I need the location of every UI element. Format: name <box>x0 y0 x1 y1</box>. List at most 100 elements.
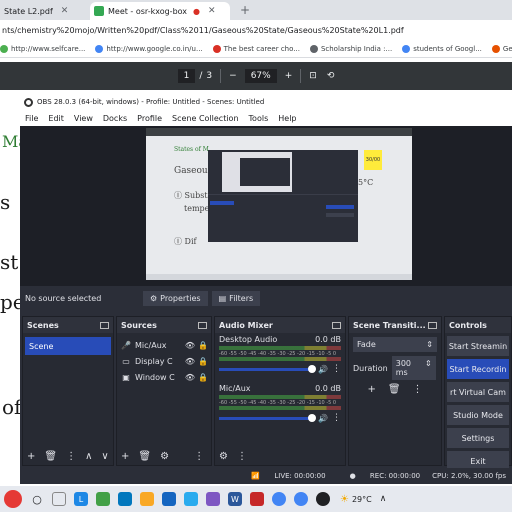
chevron-up-icon[interactable]: ∧ <box>380 494 387 504</box>
store-icon[interactable] <box>96 492 110 506</box>
browser-tab[interactable]: State L2.pdf ✕ <box>0 2 72 20</box>
task-view-icon[interactable] <box>52 492 66 506</box>
start-streaming-button[interactable]: Start Streamin <box>447 336 509 356</box>
eye-icon[interactable]: 👁 <box>185 373 195 382</box>
menu-edit[interactable]: Edit <box>43 114 69 123</box>
settings-button[interactable]: Settings <box>447 428 509 448</box>
properties-label: Properties <box>160 293 201 303</box>
trash-icon[interactable]: 🗑 <box>44 451 57 462</box>
close-icon[interactable]: ✕ <box>208 6 216 16</box>
learning-app-icon[interactable]: L <box>74 492 88 506</box>
teams-icon[interactable] <box>206 492 220 506</box>
zoom-out-button[interactable]: − <box>229 71 237 81</box>
preview-nested-obs <box>208 150 358 242</box>
menu-profile[interactable]: Profile <box>132 114 167 123</box>
zoom-in-button[interactable]: + <box>285 71 293 81</box>
dock-title: Controls <box>449 320 487 330</box>
zoom-input[interactable]: 67% <box>244 69 277 83</box>
trash-icon[interactable]: 🗑 <box>388 384 401 395</box>
add-icon[interactable]: + <box>121 451 129 462</box>
source-item[interactable]: ▭ Display C 👁 🔒 <box>117 353 211 369</box>
page-separator: / <box>199 71 203 81</box>
gear-icon[interactable]: ⚙ <box>160 451 169 462</box>
advanced-audio-icon[interactable]: ⚙ <box>219 451 228 462</box>
source-label: Mic/Aux <box>135 340 167 350</box>
more-icon[interactable]: ⋮ <box>194 451 204 462</box>
undock-icon[interactable] <box>428 321 437 329</box>
rotate-icon[interactable]: ⟲ <box>327 71 335 81</box>
chrome-icon[interactable] <box>294 492 308 506</box>
menu-docks[interactable]: Docks <box>98 114 132 123</box>
weather-widget[interactable]: ☀ 29°C <box>340 494 372 505</box>
edge-icon[interactable] <box>118 492 132 506</box>
filters-button[interactable]: ▤ Filters <box>211 290 261 306</box>
undock-icon[interactable] <box>332 321 341 329</box>
bookmark[interactable]: http://www.google.co.in/u... <box>95 44 203 53</box>
bookmark[interactable]: The best career cho... <box>212 44 300 53</box>
speaker-icon[interactable]: 🔊 <box>318 414 328 423</box>
fit-page-icon[interactable]: ⊡ <box>309 71 317 81</box>
slider-knob[interactable] <box>308 364 317 373</box>
virtual-cam-button[interactable]: rt Virtual Cam <box>447 382 509 402</box>
more-icon[interactable]: ⋮ <box>332 364 341 374</box>
close-icon[interactable]: ✕ <box>61 6 69 16</box>
scene-item[interactable]: Scene <box>25 337 111 355</box>
word-icon[interactable]: W <box>228 492 242 506</box>
speaker-icon[interactable]: 🔊 <box>318 365 328 374</box>
source-item[interactable]: ▣ Window C 👁 🔒 <box>117 369 211 385</box>
browser-tab-active[interactable]: Meet - osr-kxog-box ● ✕ <box>90 2 230 20</box>
obs-icon[interactable] <box>316 492 330 506</box>
slider-knob[interactable] <box>308 413 317 422</box>
more-icon[interactable]: ⋮ <box>332 413 341 423</box>
explorer-icon[interactable] <box>140 492 154 506</box>
monitor-icon: ▭ <box>122 356 130 366</box>
volume-slider[interactable] <box>219 413 317 422</box>
bookmark[interactable]: http://www.selfcare... <box>0 44 85 53</box>
bookmark[interactable]: Scholarship India :... <box>309 44 392 53</box>
menu-view[interactable]: View <box>69 114 98 123</box>
more-icon[interactable]: ⋮ <box>237 451 247 462</box>
mail-icon[interactable] <box>162 492 176 506</box>
start-recording-button[interactable]: Start Recordin <box>447 359 509 379</box>
eye-icon[interactable]: 👁 <box>185 357 195 366</box>
eye-icon[interactable]: 👁 <box>185 341 195 350</box>
new-tab-icon[interactable]: + <box>240 3 250 17</box>
lock-icon[interactable]: 🔒 <box>198 341 208 350</box>
more-icon[interactable]: ⋮ <box>66 451 76 462</box>
lock-icon[interactable]: 🔒 <box>198 373 208 382</box>
updown-icon: ⇕ <box>425 359 432 368</box>
duration-input[interactable]: 300 ms ⇕ <box>391 356 436 380</box>
telegram-icon[interactable] <box>184 492 198 506</box>
lock-icon[interactable]: 🔒 <box>198 357 208 366</box>
avatar[interactable] <box>4 490 22 508</box>
search-icon[interactable]: ○ <box>30 492 44 506</box>
studio-mode-button[interactable]: Studio Mode <box>447 405 509 425</box>
undock-icon[interactable] <box>100 321 109 329</box>
menu-scene-collection[interactable]: Scene Collection <box>167 114 244 123</box>
volume-slider[interactable] <box>219 364 317 373</box>
move-down-icon[interactable]: ∨ <box>101 451 108 462</box>
pdf-icon[interactable] <box>250 492 264 506</box>
menu-help[interactable]: Help <box>273 114 301 123</box>
chrome-icon[interactable] <box>272 492 286 506</box>
page-number-input[interactable]: 1 <box>177 69 196 83</box>
menu-file[interactable]: File <box>20 114 43 123</box>
preview-canvas[interactable]: States of M Gaseous Ⓘ Subst tempe Ⓘ Dif … <box>146 128 412 280</box>
bookmark[interactable]: students of Googl... <box>402 44 482 53</box>
transition-type: Fade <box>357 340 376 349</box>
add-icon[interactable]: + <box>367 384 375 395</box>
address-bar[interactable]: nts/chemistry%20mojo/Written%20pdf/Class… <box>0 20 512 40</box>
undock-icon[interactable] <box>198 321 207 329</box>
source-item[interactable]: 🎤 Mic/Aux 👁 🔒 <box>117 337 211 353</box>
menu-tools[interactable]: Tools <box>244 114 274 123</box>
more-icon[interactable]: ⋮ <box>413 384 423 395</box>
bookmark[interactable]: Get latest Quick He... <box>491 44 512 53</box>
add-icon[interactable]: + <box>27 451 35 462</box>
transition-select[interactable]: Fade ⇕ <box>353 337 437 352</box>
dock-header: Audio Mixer <box>215 317 345 333</box>
trash-icon[interactable]: 🗑 <box>138 451 151 462</box>
properties-button[interactable]: ⚙ Properties <box>143 290 208 306</box>
dock-title: Scenes <box>27 320 59 330</box>
preview-note: 30/00 <box>364 150 382 170</box>
move-up-icon[interactable]: ∧ <box>85 451 92 462</box>
